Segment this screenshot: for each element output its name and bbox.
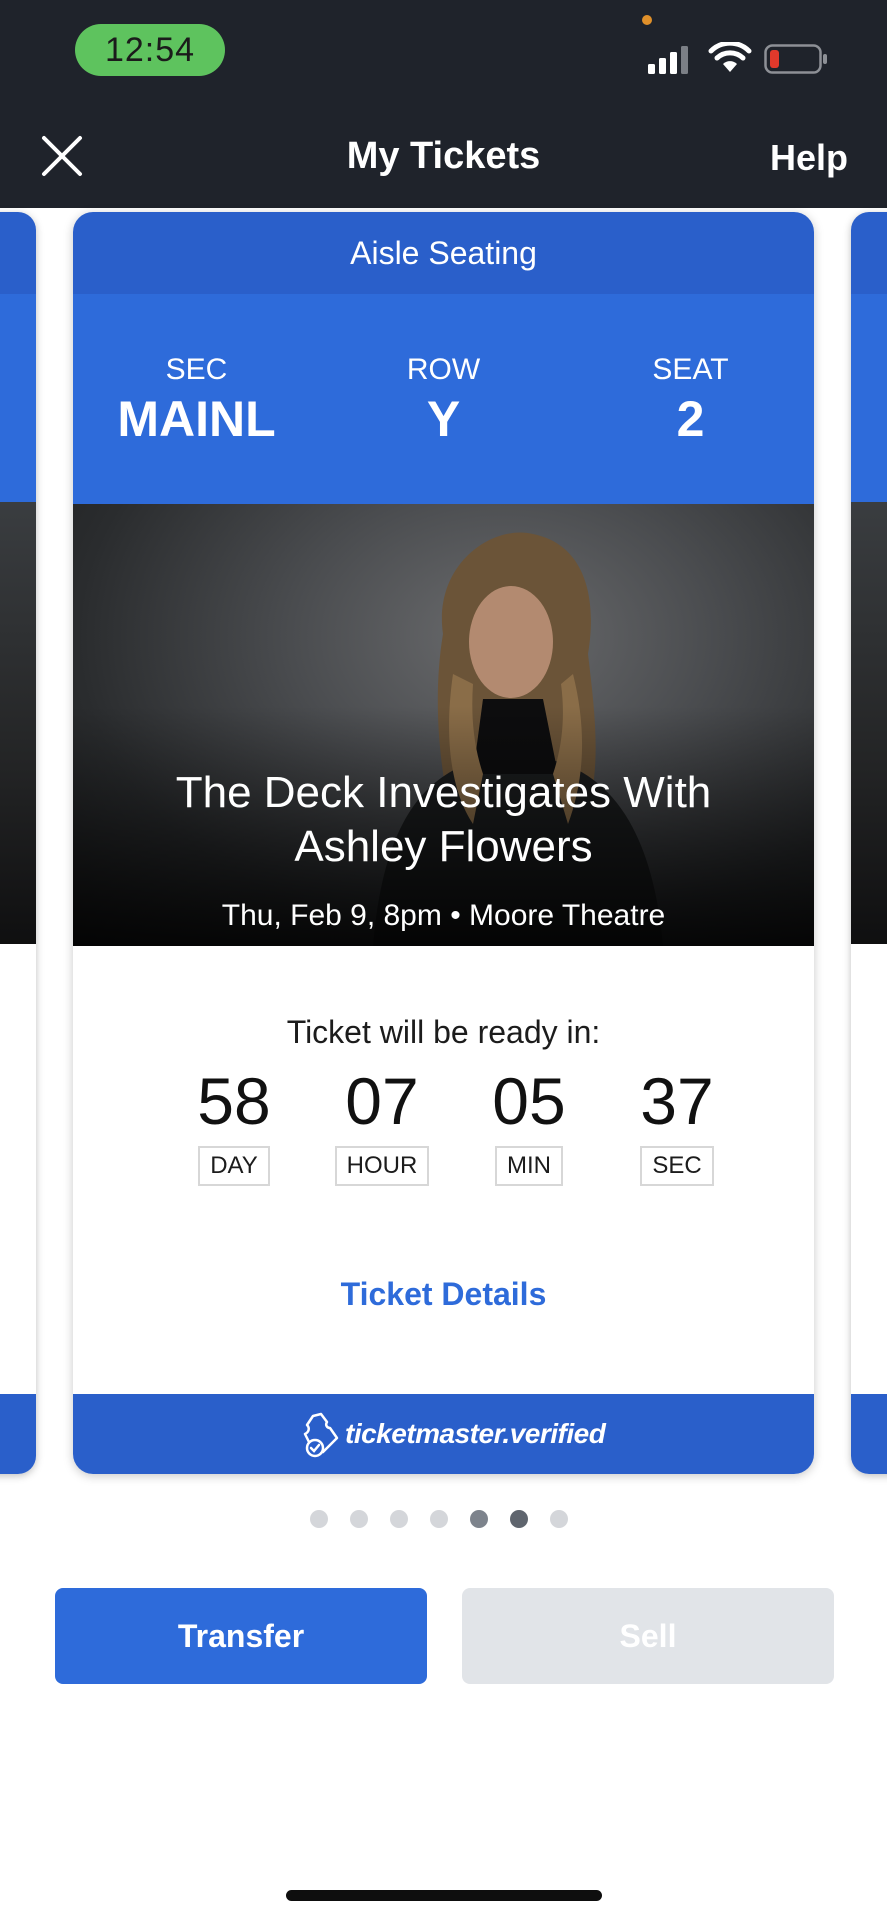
pager-dot[interactable] xyxy=(470,1510,488,1528)
home-indicator[interactable] xyxy=(286,1890,602,1901)
countdown-hours: 07 HOUR xyxy=(322,1062,442,1186)
previous-ticket-card[interactable] xyxy=(0,212,36,1474)
pager-dot-active[interactable] xyxy=(510,1510,528,1528)
event-title-line1: The Deck Investigates With xyxy=(175,768,712,817)
ready-label: Ticket will be ready in: xyxy=(286,1014,601,1050)
countdown-seconds-value: 37 xyxy=(640,1064,714,1138)
event-image: The Deck Investigates With Ashley Flower… xyxy=(73,504,814,946)
countdown-hours-value: 07 xyxy=(345,1064,419,1138)
countdown-days-unit: DAY xyxy=(198,1146,270,1186)
pager-dot[interactable] xyxy=(390,1510,408,1528)
seat-block: SEAT 2 xyxy=(567,352,814,450)
countdown-minutes: 05 MIN xyxy=(469,1062,589,1186)
countdown-days-value: 58 xyxy=(197,1064,271,1138)
verified-text: ticketmaster.verified xyxy=(345,1418,606,1449)
ticket-details-link[interactable]: Ticket Details xyxy=(73,1274,814,1314)
transfer-button[interactable]: Transfer xyxy=(55,1588,427,1684)
row-label: ROW xyxy=(406,353,481,386)
wifi-icon xyxy=(708,42,752,72)
verified-ticket-icon xyxy=(303,1412,339,1458)
page-title: My Tickets xyxy=(346,135,541,177)
countdown-seconds: 37 SEC xyxy=(617,1062,737,1186)
section-value: MAINL xyxy=(117,391,276,447)
event-title: The Deck Investigates With Ashley Flower… xyxy=(93,766,794,874)
seat-label: SEAT xyxy=(652,353,729,386)
countdown-minutes-value: 05 xyxy=(492,1064,566,1138)
battery-low-icon xyxy=(764,44,827,74)
event-date-venue: Thu, Feb 9, 8pm • Moore Theatre xyxy=(221,899,666,932)
row-block: ROW Y xyxy=(320,352,567,450)
countdown-minutes-unit: MIN xyxy=(495,1146,563,1186)
sell-button[interactable]: Sell xyxy=(462,1588,834,1684)
ticket-card[interactable]: Aisle Seating SEC MAINL ROW Y SEAT 2 The… xyxy=(73,212,814,1474)
ticket-pager xyxy=(310,1510,580,1532)
countdown-seconds-unit: SEC xyxy=(640,1146,714,1186)
row-value: Y xyxy=(426,391,461,447)
pager-dot[interactable] xyxy=(430,1510,448,1528)
seat-info: SEC MAINL ROW Y SEAT 2 xyxy=(73,294,814,504)
countdown-hours-unit: HOUR xyxy=(334,1146,430,1186)
ticket-footer: ticketmaster.verified xyxy=(73,1394,814,1474)
status-time: 12:54 xyxy=(75,24,225,76)
section-label: SEC xyxy=(165,353,228,386)
section-block: SEC MAINL xyxy=(73,352,320,450)
pager-dot[interactable] xyxy=(350,1510,368,1528)
next-ticket-card[interactable] xyxy=(851,212,887,1474)
top-bar: 12:54 My Tickets Help xyxy=(0,0,887,208)
event-title-line2: Ashley Flowers xyxy=(294,822,593,871)
pager-dot[interactable] xyxy=(310,1510,328,1528)
pager-dot[interactable] xyxy=(550,1510,568,1528)
camera-indicator-icon xyxy=(642,15,652,25)
cellular-signal-icon xyxy=(648,46,688,74)
seat-value: 2 xyxy=(676,391,705,447)
help-button[interactable]: Help xyxy=(770,133,848,183)
countdown-days: 58 DAY xyxy=(174,1062,294,1186)
ticketmaster-verified-logo: ticketmaster.verified xyxy=(301,1410,606,1458)
ticket-header: Aisle Seating xyxy=(73,212,814,294)
